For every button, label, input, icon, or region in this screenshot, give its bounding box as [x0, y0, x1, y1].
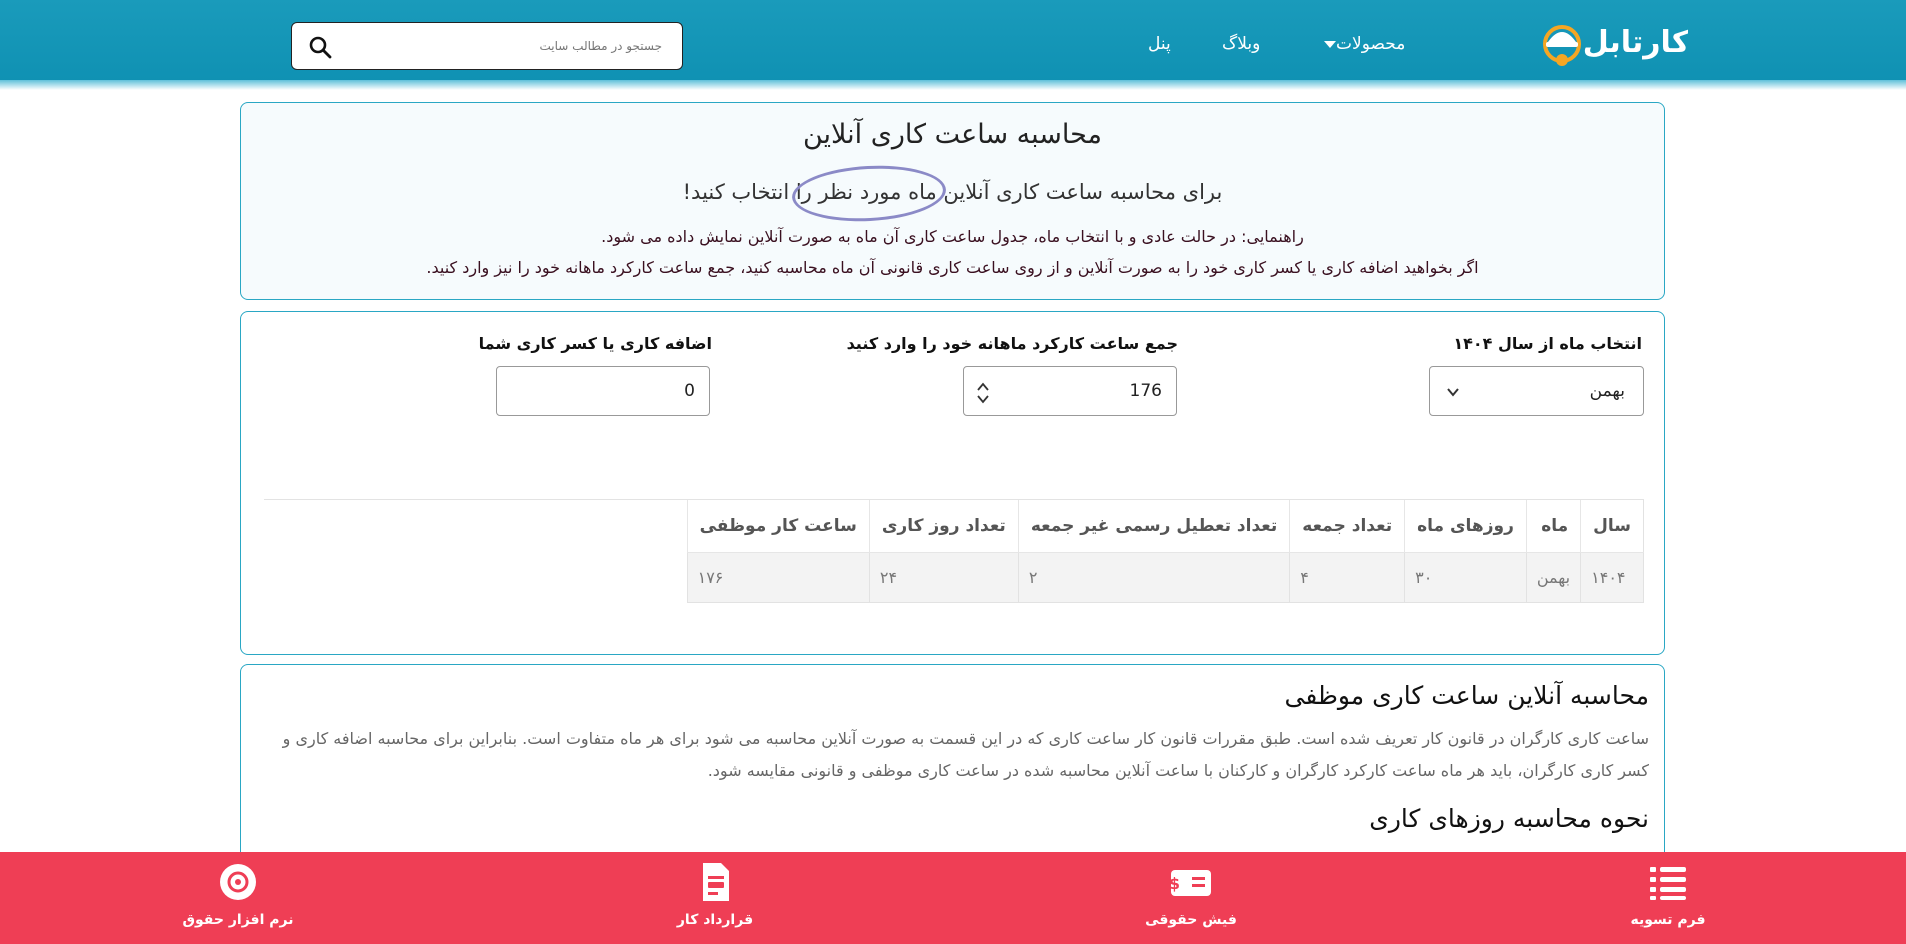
logo-text: کارتابل — [1583, 25, 1688, 60]
nav-products[interactable]: محصولات — [1316, 34, 1405, 54]
logo[interactable]: کارتابل — [1538, 16, 1688, 72]
site-header: کارتابل محصولات وبلاگ پنل — [0, 0, 1906, 90]
overtime-value: 0 — [684, 381, 695, 401]
search-box[interactable] — [291, 22, 683, 70]
money-bill-icon: $ — [1171, 870, 1211, 896]
cell-work-days: ۲۴ — [868, 552, 1019, 603]
guide-text: راهنمایی: در حالت عادی و با انتخاب ماه، … — [601, 227, 1304, 246]
work-hours-table: سال ماه روزهای ماه تعداد جمعه تعداد تعطی… — [686, 500, 1644, 603]
page-title: محاسبه ساعت کاری آنلاین — [802, 119, 1103, 150]
article-subheading: نحوه محاسبه روزهای کاری — [1369, 804, 1649, 833]
bottom-nav-payroll-software[interactable]: نرم افزار حقوق — [168, 852, 308, 944]
intro-subtitle: برای محاسبه ساعت کاری آنلاین ماه مورد نظ… — [682, 180, 1223, 204]
search-icon[interactable] — [308, 35, 332, 59]
cell-year: ۱۴۰۴ — [1580, 552, 1644, 603]
guide-text-overtime: اگر بخواهید اضافه کاری یا کسر کاری خود ر… — [426, 258, 1479, 277]
calculator-card: انتخاب ماه از سال ۱۴۰۴ جمع ساعت کارکرد م… — [240, 311, 1665, 655]
bottom-nav-salary-slip-label: فیش حقوقی — [1145, 912, 1237, 928]
month-select[interactable]: بهمن — [1429, 366, 1644, 416]
bottom-nav-bar: فرم تسویه $ فیش حقوقی قرارداد کار نرم اف… — [0, 852, 1906, 944]
col-holidays: تعداد تعطیل رسمی غیر جمعه — [1017, 500, 1290, 553]
cell-fridays: ۴ — [1289, 552, 1405, 603]
col-year: سال — [1580, 500, 1644, 553]
cell-holidays: ۲ — [1017, 552, 1290, 603]
col-month: ماه — [1525, 500, 1581, 553]
article-paragraph: ساعت کاری کارگران در قانون کار تعریف شده… — [282, 729, 1649, 780]
bottom-nav-salary-slip[interactable]: $ فیش حقوقی — [1121, 852, 1261, 944]
col-fridays: تعداد جمعه — [1289, 500, 1405, 553]
cell-month-days: ۳۰ — [1404, 552, 1527, 603]
bottom-nav-contract[interactable]: قرارداد کار — [645, 852, 785, 944]
bottom-nav-settlement-label: فرم تسویه — [1630, 912, 1706, 928]
bottom-nav-contract-label: قرارداد کار — [676, 912, 754, 928]
chevron-down-icon — [1324, 40, 1336, 48]
overtime-label: اضافه کاری یا کسر کاری شما — [478, 334, 712, 353]
nav-blog[interactable]: وبلاگ — [1222, 34, 1260, 54]
cell-required-hours: ۱۷۶ — [686, 552, 870, 603]
list-icon — [1650, 867, 1686, 900]
search-input[interactable] — [352, 33, 662, 59]
monthly-hours-value: 176 — [1129, 381, 1162, 401]
nav-products-label: محصولات — [1336, 34, 1406, 54]
col-month-days: روزهای ماه — [1404, 500, 1527, 553]
bottom-nav-settlement[interactable]: فرم تسویه — [1598, 852, 1738, 944]
bottom-nav-payroll-software-label: نرم افزار حقوق — [182, 912, 294, 928]
monthly-hours-input[interactable]: 176 — [963, 366, 1177, 416]
document-icon — [703, 863, 729, 901]
col-required-hours: ساعت کار موظفی — [686, 500, 870, 553]
month-select-value: بهمن — [1589, 381, 1625, 401]
col-work-days: تعداد روز کاری — [868, 500, 1019, 553]
chevron-down-icon — [1447, 388, 1459, 397]
article-heading: محاسبه آنلاین ساعت کاری موظفی — [1284, 681, 1649, 710]
intro-card: محاسبه ساعت کاری آنلاین برای محاسبه ساعت… — [240, 102, 1665, 300]
table-header-row: سال ماه روزهای ماه تعداد جمعه تعداد تعطی… — [686, 500, 1644, 553]
month-label: انتخاب ماه از سال ۱۴۰۴ — [1453, 334, 1642, 353]
table-row: ۱۴۰۴ بهمن ۳۰ ۴ ۲ ۲۴ ۱۷۶ — [686, 552, 1644, 603]
hours-label: جمع ساعت کارکرد ماهانه خود را وارد کنید — [846, 334, 1178, 353]
svg-text:$: $ — [1171, 874, 1180, 893]
disc-icon — [220, 864, 256, 900]
cell-month: بهمن — [1525, 552, 1581, 603]
spinner-arrows-icon[interactable] — [976, 381, 990, 405]
overtime-output[interactable]: 0 — [496, 366, 710, 416]
nav-panel[interactable]: پنل — [1148, 34, 1171, 54]
work-hours-table-wrapper: سال ماه روزهای ماه تعداد جمعه تعداد تعطی… — [264, 499, 1644, 603]
